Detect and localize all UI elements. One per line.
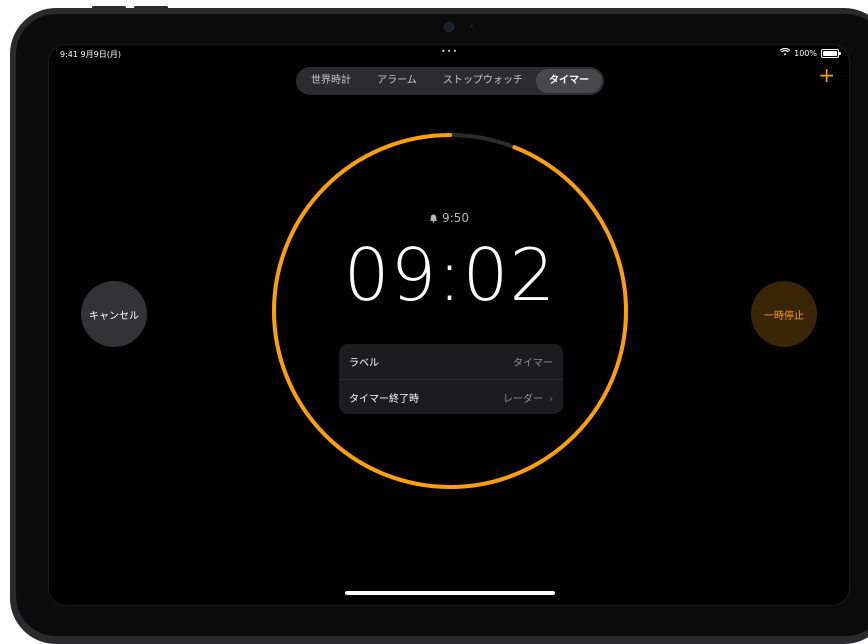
label-row-value: タイマー (513, 358, 553, 369)
when-timer-ends-title: タイマー終了時 (349, 393, 419, 405)
timer-settings-list: ラベル タイマー タイマー終了時 レーダー › (339, 344, 563, 414)
multitasking-dots[interactable]: ••• (441, 47, 458, 56)
tab-world-clock[interactable]: 世界時計 (298, 69, 364, 93)
timer-end-time: 9:50 (429, 211, 469, 225)
battery-percent: 100% (794, 48, 817, 58)
tab-stopwatch[interactable]: ストップウォッチ (430, 69, 536, 93)
label-row[interactable]: ラベル タイマー (339, 344, 563, 379)
tab-alarm[interactable]: アラーム (364, 69, 430, 93)
wifi-icon (779, 47, 791, 58)
battery-icon (821, 48, 841, 58)
status-date-text: 9月9日(月) (80, 50, 121, 59)
ambient-sensor (470, 25, 473, 28)
status-bar-right: 100% (779, 47, 841, 58)
when-timer-ends-row[interactable]: タイマー終了時 レーダー › (339, 379, 563, 414)
top-button-left (92, 6, 126, 9)
status-time-text: 9:41 (60, 50, 78, 59)
timer-countdown: 09:02 (343, 233, 557, 317)
cancel-button[interactable]: キャンセル (81, 281, 147, 347)
when-timer-ends-value-group: レーダー › (503, 390, 553, 405)
front-camera (444, 22, 454, 32)
alarm-time-text: 9:50 (442, 211, 469, 225)
add-timer-button[interactable]: + (818, 65, 835, 85)
bell-icon (429, 214, 438, 223)
when-timer-ends-value: レーダー (503, 393, 543, 405)
clock-segmented-control: 世界時計 アラーム ストップウォッチ タイマー (296, 67, 604, 95)
pause-button[interactable]: 一時停止 (751, 281, 817, 347)
label-row-title: ラベル (349, 358, 379, 369)
status-bar-time: 9:41 9月9日(月) (60, 49, 121, 60)
tab-timer[interactable]: タイマー (535, 69, 603, 93)
top-button-right (134, 6, 168, 9)
home-indicator[interactable] (345, 591, 555, 595)
chevron-right-icon: › (549, 393, 553, 405)
clock-app-screen: 9:41 9月9日(月) ••• 100% 世界時計 アラーム ストップウォッチ… (48, 44, 850, 606)
